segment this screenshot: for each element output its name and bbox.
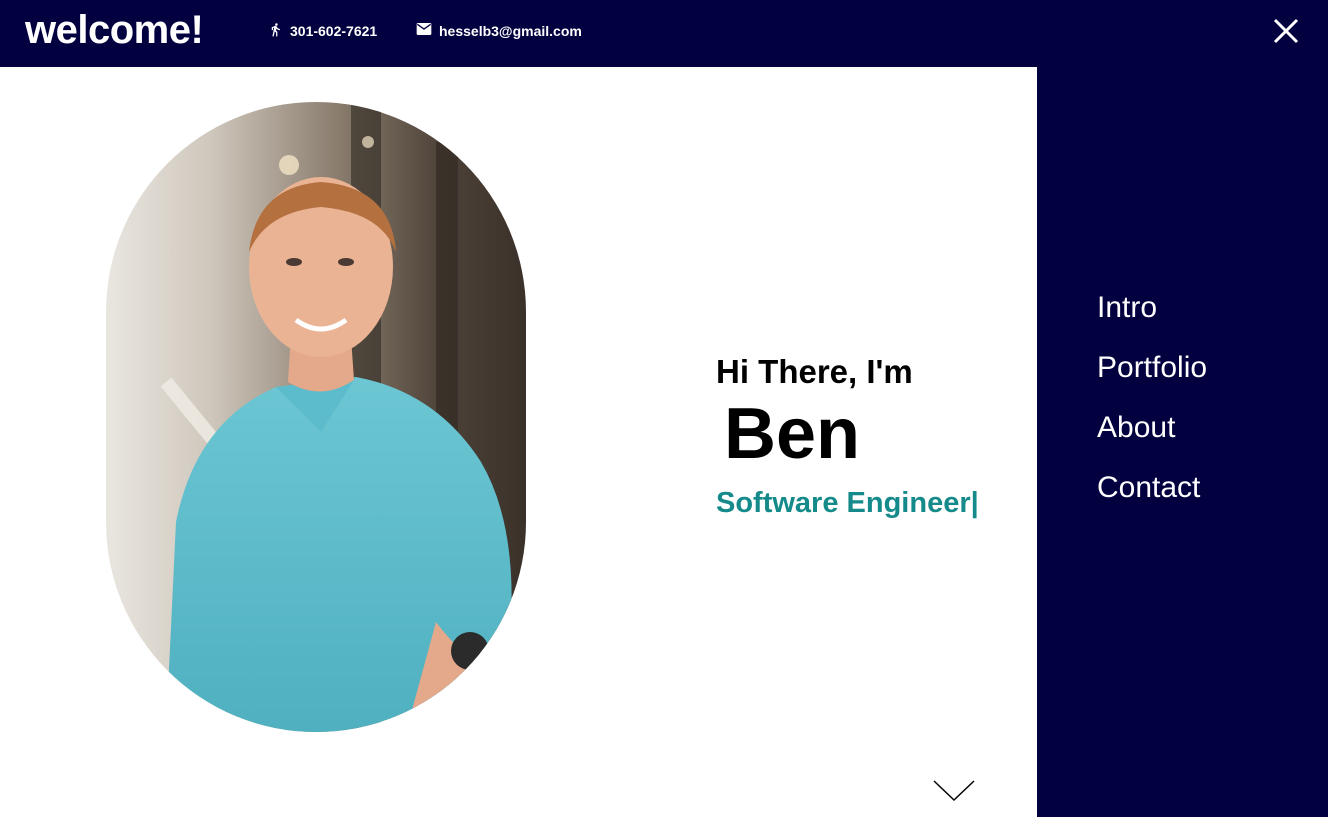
- top-bar: welcome! 301-602-7621 hesselb3@gmail.com: [0, 0, 1328, 67]
- side-menu: Intro Portfolio About Contact: [1037, 67, 1328, 817]
- email-address: hesselb3@gmail.com: [439, 22, 582, 39]
- profile-photo: [106, 102, 526, 732]
- name-heading: Ben: [724, 394, 861, 474]
- chevron-down-icon[interactable]: [933, 779, 975, 803]
- email-link[interactable]: hesselb3@gmail.com: [416, 22, 582, 39]
- person-icon: [268, 22, 290, 40]
- intro-text: Hi There, I'm Ben Software Engineer|: [716, 353, 979, 520]
- hero-section: Hi There, I'm Ben Software Engineer|: [0, 67, 1037, 817]
- menu-item-about[interactable]: About: [1097, 409, 1207, 469]
- phone-number: 301-602-7621: [290, 23, 378, 39]
- menu-item-intro[interactable]: Intro: [1097, 289, 1207, 349]
- close-icon[interactable]: [1272, 17, 1300, 45]
- greeting-text: Hi There, I'm: [716, 353, 913, 390]
- logo-text: welcome!: [25, 8, 204, 52]
- menu-list: Intro Portfolio About Contact: [1097, 289, 1207, 529]
- phone-link[interactable]: 301-602-7621: [268, 22, 377, 40]
- menu-item-portfolio[interactable]: Portfolio: [1097, 349, 1207, 409]
- menu-item-contact[interactable]: Contact: [1097, 469, 1207, 529]
- role-text: Software Engineer|: [716, 486, 979, 519]
- mail-icon: [416, 22, 439, 39]
